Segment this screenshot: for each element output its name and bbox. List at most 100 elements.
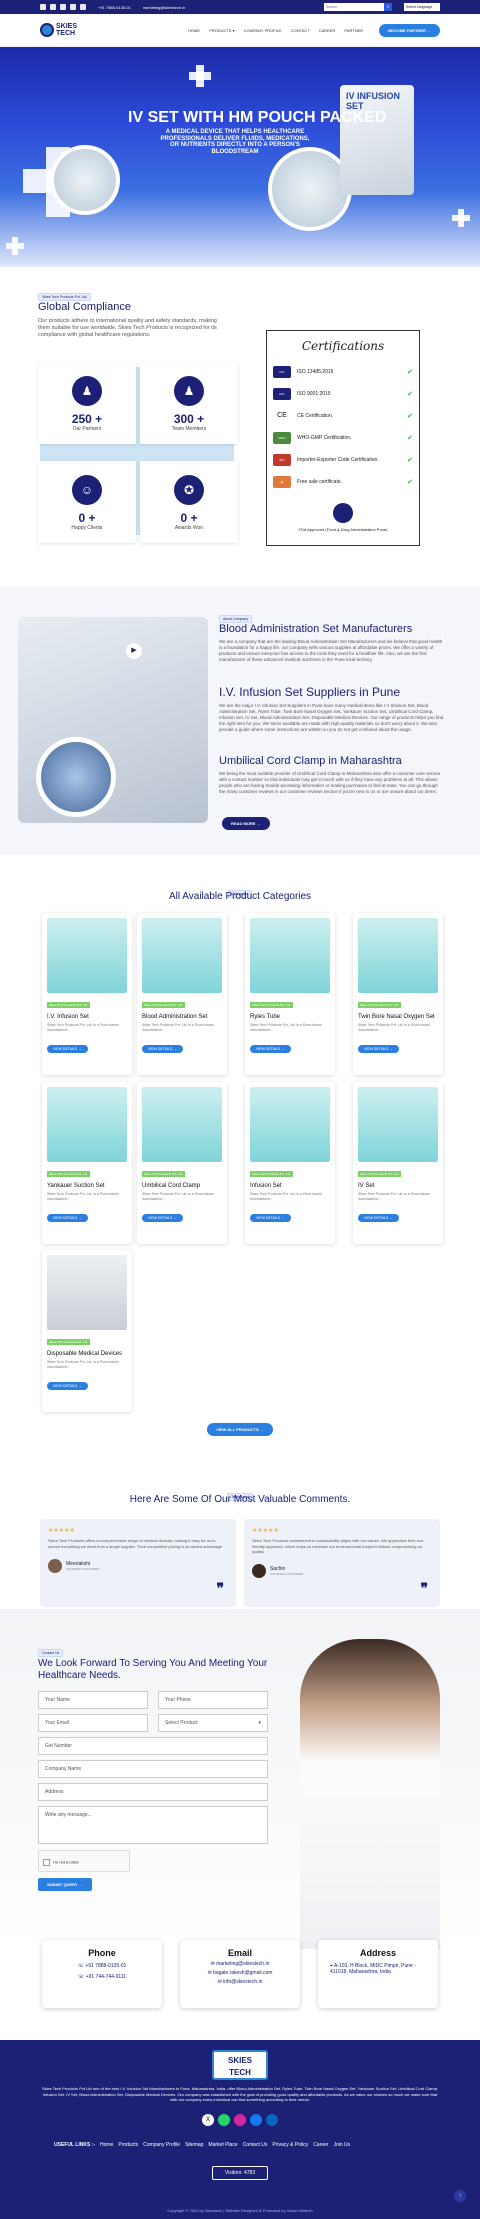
footer-link-career[interactable]: Career <box>313 2142 328 2148</box>
company-field[interactable]: Company Name <box>38 1760 268 1778</box>
footer-link-sitemap[interactable]: Sitemap <box>185 2142 203 2148</box>
hero-title: IV SET WITH HM POUCH PACKED <box>128 109 387 126</box>
nav-item-career[interactable]: CAREER <box>319 28 336 33</box>
instagram-icon[interactable] <box>60 4 66 10</box>
topbar-email[interactable]: marketing@skiestech.in <box>143 5 186 10</box>
product-image[interactable] <box>142 918 222 993</box>
product-image[interactable] <box>358 1087 438 1162</box>
nav-item-contact[interactable]: CONTACT <box>291 28 310 33</box>
product-name[interactable]: I.V. Infusion Set <box>47 1014 127 1020</box>
check-icon: ✔ <box>407 369 413 376</box>
email-link[interactable]: ✉ info@skiestech.in <box>180 1979 300 1985</box>
product-image[interactable] <box>47 1087 127 1162</box>
instagram-icon[interactable] <box>234 2114 246 2126</box>
view-details-button[interactable]: VIEW DETAILS → <box>47 1045 88 1053</box>
submit-query-button[interactable]: SUBMIT QUERY → <box>38 1878 92 1891</box>
reviewer-name: Meenakshi <box>66 1560 91 1567</box>
visitors-counter: Visitors: 4783 <box>212 2166 268 2180</box>
product-select[interactable]: Select Product ▾ <box>158 1714 268 1732</box>
product-name[interactable]: Blood Administration Set <box>142 1014 222 1020</box>
view-details-button[interactable]: VIEW DETAILS → <box>250 1045 291 1053</box>
product-name[interactable]: Umbilical Cord Clamp <box>142 1183 222 1189</box>
product-name[interactable]: Twin Bore Nasal Oxygen Set <box>358 1014 438 1020</box>
footer-link-market-place[interactable]: Market Place <box>208 2142 237 2148</box>
product-image[interactable] <box>142 1087 222 1162</box>
product-description: Skies Tech Products Pvt. Ltd. is a Pune-… <box>142 1192 214 1201</box>
footer-link-home[interactable]: Home <box>100 2142 113 2148</box>
gst-field[interactable]: Gst Number <box>38 1737 268 1755</box>
footer-link-privacy[interactable]: Privacy & Policy <box>272 2142 308 2148</box>
view-details-button[interactable]: VIEW DETAILS → <box>358 1214 399 1222</box>
twitter-icon[interactable]: X <box>202 2114 214 2126</box>
product-name[interactable]: Disposable Medical Devices <box>47 1351 127 1357</box>
topbar-phone[interactable]: +91 7888-0135-01 <box>98 5 131 10</box>
view-details-button[interactable]: VIEW DETAILS → <box>142 1045 183 1053</box>
nav-item-products[interactable]: PRODUCTS ▾ <box>209 28 235 33</box>
nav-item-home[interactable]: HOME <box>188 28 200 33</box>
product-name[interactable]: Ryles Tube <box>250 1014 330 1020</box>
product-card[interactable]: Skies Tech Products Pvt. Ltd. IV Set Skies… <box>353 1082 443 1244</box>
linkedin-icon[interactable] <box>80 4 86 10</box>
name-field[interactable]: Your Name <box>38 1691 148 1709</box>
view-details-button[interactable]: VIEW DETAILS → <box>142 1214 183 1222</box>
stat-number: 0 + <box>180 511 198 525</box>
who-gmp-logo-icon: WHO <box>273 432 291 444</box>
phone-field[interactable]: Your Phone <box>158 1691 268 1709</box>
message-field[interactable]: Write any message... <box>38 1806 268 1844</box>
read-more-button[interactable]: READ MORE → <box>222 817 270 830</box>
product-name[interactable]: IV Set <box>358 1183 438 1189</box>
captcha-checkbox[interactable] <box>43 1859 50 1866</box>
captcha-widget[interactable]: I'm not a robot <box>38 1850 130 1872</box>
address-field[interactable]: Address <box>38 1783 268 1801</box>
whatsapp-icon[interactable] <box>50 4 56 10</box>
product-card[interactable]: Skies Tech Products Pvt. Ltd. Twin Bore N… <box>353 913 443 1075</box>
language-select[interactable]: Select Language <box>404 3 440 11</box>
facebook-icon[interactable] <box>70 4 76 10</box>
play-icon[interactable]: ▶ <box>126 643 142 659</box>
product-image[interactable] <box>47 918 127 993</box>
back-to-top-icon[interactable]: ↑ <box>454 2190 466 2202</box>
view-details-button[interactable]: VIEW DETAILS → <box>47 1214 88 1222</box>
product-image[interactable] <box>250 918 330 993</box>
product-name[interactable]: Yankauer Suction Set <box>47 1183 127 1189</box>
product-card[interactable]: Skies Tech Products Pvt. Ltd. Umbilical C… <box>137 1082 227 1244</box>
phone-link[interactable]: ☏ +91 744-744-9111 <box>42 1974 162 1980</box>
about-heading-1: Blood Administration Set Manufacturers <box>219 623 413 635</box>
footer-link-contact[interactable]: Contact Us <box>243 2142 268 2148</box>
product-image[interactable] <box>358 918 438 993</box>
email-link[interactable]: ✉ marketing@skiestech.in <box>180 1961 300 1967</box>
product-card[interactable]: Skies Tech Products Pvt. Ltd. Infusion Se… <box>245 1082 335 1244</box>
iso-logo-icon: ISO <box>273 366 291 378</box>
product-card[interactable]: Skies Tech Products Pvt. Ltd. I.V. Infusi… <box>42 913 132 1075</box>
product-card[interactable]: Skies Tech Products Pvt. Ltd. Yankauer Su… <box>42 1082 132 1244</box>
footer-link-company-profile[interactable]: Company Profile <box>143 2142 180 2148</box>
product-image[interactable] <box>47 1255 127 1330</box>
view-details-button[interactable]: VIEW DETAILS → <box>250 1214 291 1222</box>
footer-link-join-us[interactable]: Join Us <box>333 2142 350 2148</box>
search-input[interactable] <box>324 3 384 11</box>
logo[interactable]: SKIES TECH <box>40 23 78 37</box>
view-all-products-button[interactable]: VIEW ALL PRODUCTS → <box>207 1423 273 1436</box>
product-name[interactable]: Infusion Set <box>250 1183 330 1189</box>
product-image[interactable] <box>250 1087 330 1162</box>
nav-item-company-profile[interactable]: COMPANY PROFILE <box>244 28 282 33</box>
footer-logo[interactable]: SKIES TECH <box>212 2050 268 2080</box>
phone-link[interactable]: ☏ +91 7888-0135-01 <box>42 1963 162 1969</box>
product-card[interactable]: Skies Tech Products Pvt. Ltd. Ryles Tube S… <box>245 913 335 1075</box>
email-field[interactable]: Your Email <box>38 1714 148 1732</box>
product-card[interactable]: Skies Tech Products Pvt. Ltd. Blood Admin… <box>137 913 227 1075</box>
product-card[interactable]: Skies Tech Products Pvt. Ltd. Disposable … <box>42 1250 132 1412</box>
view-details-button[interactable]: VIEW DETAILS → <box>358 1045 399 1053</box>
view-details-button[interactable]: VIEW DETAILS → <box>47 1382 88 1390</box>
facebook-icon[interactable] <box>250 2114 262 2126</box>
nav-item-partner[interactable]: PARTNER <box>344 28 363 33</box>
become-partner-button[interactable]: BECOME PARTNER → <box>379 23 440 37</box>
email-link[interactable]: ✉ bagale.rakesh@gmail.com <box>180 1970 300 1976</box>
product-description: Skies Tech Products Pvt. Ltd. is a Pune-… <box>47 1023 119 1032</box>
avatar <box>48 1558 62 1573</box>
whatsapp-icon[interactable] <box>218 2114 230 2126</box>
footer-link-products[interactable]: Products <box>118 2142 138 2148</box>
twitter-icon[interactable] <box>40 4 46 10</box>
search-icon[interactable]: ⌕ <box>384 3 392 11</box>
linkedin-icon[interactable] <box>266 2114 278 2126</box>
